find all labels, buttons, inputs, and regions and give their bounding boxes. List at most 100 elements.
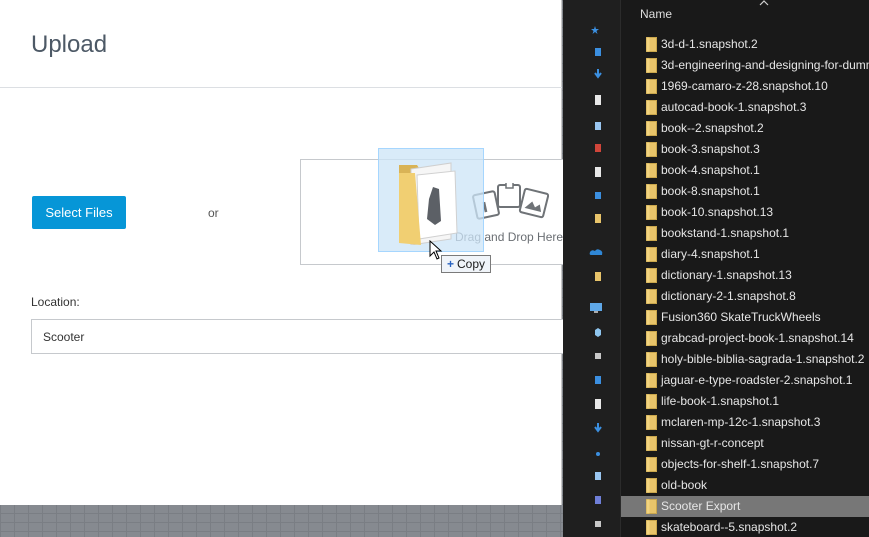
file-list-item[interactable]: dictionary-1.snapshot.13	[621, 265, 869, 286]
file-name: dictionary-2-1.snapshot.8	[661, 289, 796, 303]
select-files-button[interactable]: Select Files	[32, 196, 126, 229]
folder-icon	[646, 415, 657, 430]
folder-icon	[646, 247, 657, 262]
folder-icon	[646, 121, 657, 136]
drive-icon[interactable]	[594, 350, 602, 362]
folder-icon	[646, 373, 657, 388]
file-icon[interactable]	[594, 166, 602, 178]
file-list-item[interactable]: diary-4.snapshot.1	[621, 244, 869, 265]
documents-icon[interactable]	[594, 94, 602, 106]
file-name: book--2.snapshot.2	[661, 121, 764, 135]
location-label: Location:	[31, 295, 80, 309]
file-name: autocad-book-1.snapshot.3	[661, 100, 807, 114]
onedrive-icon[interactable]	[589, 246, 603, 258]
folder-icon	[646, 226, 657, 241]
downloads-icon[interactable]	[594, 422, 602, 434]
3d-objects-icon[interactable]	[594, 326, 602, 338]
folder-icon	[646, 478, 657, 493]
folder-icon	[646, 520, 657, 535]
drag-preview	[378, 148, 484, 252]
file-list-item[interactable]: old-book	[621, 475, 869, 496]
folder-icon	[646, 499, 657, 514]
file-name: old-book	[661, 478, 708, 492]
file-list-item[interactable]: book-3.snapshot.3	[621, 139, 869, 160]
file-list-item[interactable]: nissan-gt-r-concept	[621, 433, 869, 454]
file-list-item[interactable]: dictionary-2-1.snapshot.8	[621, 286, 869, 307]
folder-icon	[646, 436, 657, 451]
folder-icon	[646, 163, 657, 178]
folder-icon	[646, 268, 657, 283]
folder-icon	[646, 457, 657, 472]
folder-drag-icon	[399, 162, 458, 245]
file-list-item[interactable]: objects-for-shelf-1.snapshot.7	[621, 454, 869, 475]
file-name: jaguar-e-type-roadster-2.snapshot.1	[661, 373, 853, 387]
file-list-item[interactable]: 1969-camaro-z-28.snapshot.10	[621, 76, 869, 97]
pictures-icon[interactable]	[594, 120, 602, 132]
navigation-pane	[563, 0, 621, 537]
desktop-icon[interactable]	[594, 46, 602, 58]
title-divider	[0, 87, 562, 88]
file-list-item[interactable]: book-10.snapshot.13	[621, 202, 869, 223]
file-name: objects-for-shelf-1.snapshot.7	[661, 457, 820, 471]
file-list-item[interactable]: 3d-engineering-and-designing-for-dummies	[621, 55, 869, 76]
copy-label: Copy	[457, 257, 486, 271]
app-red-icon[interactable]	[594, 142, 602, 154]
file-name: dictionary-1.snapshot.13	[661, 268, 792, 282]
file-list-item[interactable]: 3d-d-1.snapshot.2	[621, 34, 869, 55]
file-name: Scooter Export	[661, 499, 741, 513]
folder-icon	[646, 331, 657, 346]
monitor-icon[interactable]	[594, 190, 602, 202]
file-name: grabcad-project-book-1.snapshot.14	[661, 331, 854, 345]
file-list-item[interactable]: book-8.snapshot.1	[621, 181, 869, 202]
downloads-icon[interactable]	[594, 68, 602, 80]
folder-icon	[646, 100, 657, 115]
folder-icon	[646, 394, 657, 409]
sort-chevron-up-icon[interactable]	[759, 0, 769, 6]
file-list-item[interactable]: life-book-1.snapshot.1	[621, 391, 869, 412]
folder-icon	[646, 184, 657, 199]
column-header-name[interactable]: Name	[640, 7, 672, 21]
file-list-item[interactable]: bookstand-1.snapshot.1	[621, 223, 869, 244]
location-input[interactable]	[31, 319, 571, 354]
folder-icon	[646, 205, 657, 220]
file-list-item[interactable]: mclaren-mp-12c-1.snapshot.3	[621, 412, 869, 433]
file-name: book-4.snapshot.1	[661, 163, 760, 177]
file-list-item[interactable]: grabcad-project-book-1.snapshot.14	[621, 328, 869, 349]
file-name: book-8.snapshot.1	[661, 184, 760, 198]
file-name: skateboard--5.snapshot.2	[661, 520, 798, 534]
folder-icon	[646, 142, 657, 157]
drive-icon[interactable]	[594, 518, 602, 530]
file-explorer: Name 3d-d-1.snapshot.2 3d-engineering-and…	[563, 0, 869, 537]
desktop-icon[interactable]	[594, 374, 602, 386]
image-files-icon: I	[472, 183, 550, 220]
copy-tooltip: + Copy	[441, 255, 492, 273]
folder-icon	[646, 58, 657, 73]
file-list-item[interactable]: Fusion360 SkateTruckWheels	[621, 307, 869, 328]
dialog-title: Upload	[31, 31, 108, 58]
pictures-icon[interactable]	[594, 470, 602, 482]
folder-icon	[646, 352, 657, 367]
folder-icon	[646, 310, 657, 325]
file-name: mclaren-mp-12c-1.snapshot.3	[661, 415, 821, 429]
file-list-item[interactable]: book--2.snapshot.2	[621, 118, 869, 139]
file-list-item[interactable]: skateboard--5.snapshot.2	[621, 517, 869, 537]
this-pc-icon[interactable]	[589, 302, 603, 314]
file-list-item[interactable]: autocad-book-1.snapshot.3	[621, 97, 869, 118]
file-name: holy-bible-biblia-sagrada-1.snapshot.2	[661, 352, 865, 366]
folder-icon	[646, 37, 657, 52]
folder-icon[interactable]	[594, 212, 602, 224]
folder-icon	[646, 79, 657, 94]
file-name: book-3.snapshot.3	[661, 142, 760, 156]
or-label: or	[208, 206, 219, 220]
videos-icon[interactable]	[594, 494, 602, 506]
folder-icon[interactable]	[594, 270, 602, 282]
documents-icon[interactable]	[594, 398, 602, 410]
file-list-item[interactable]: Scooter Export	[621, 496, 869, 517]
copy-plus-icon: +	[447, 257, 455, 271]
file-list-item[interactable]: holy-bible-biblia-sagrada-1.snapshot.2	[621, 349, 869, 370]
file-list-item[interactable]: jaguar-e-type-roadster-2.snapshot.1	[621, 370, 869, 391]
quick-access-star-icon[interactable]	[591, 24, 599, 36]
file-list-item[interactable]: book-4.snapshot.1	[621, 160, 869, 181]
file-name: 3d-engineering-and-designing-for-dummies	[661, 58, 869, 72]
music-icon[interactable]	[594, 446, 602, 458]
